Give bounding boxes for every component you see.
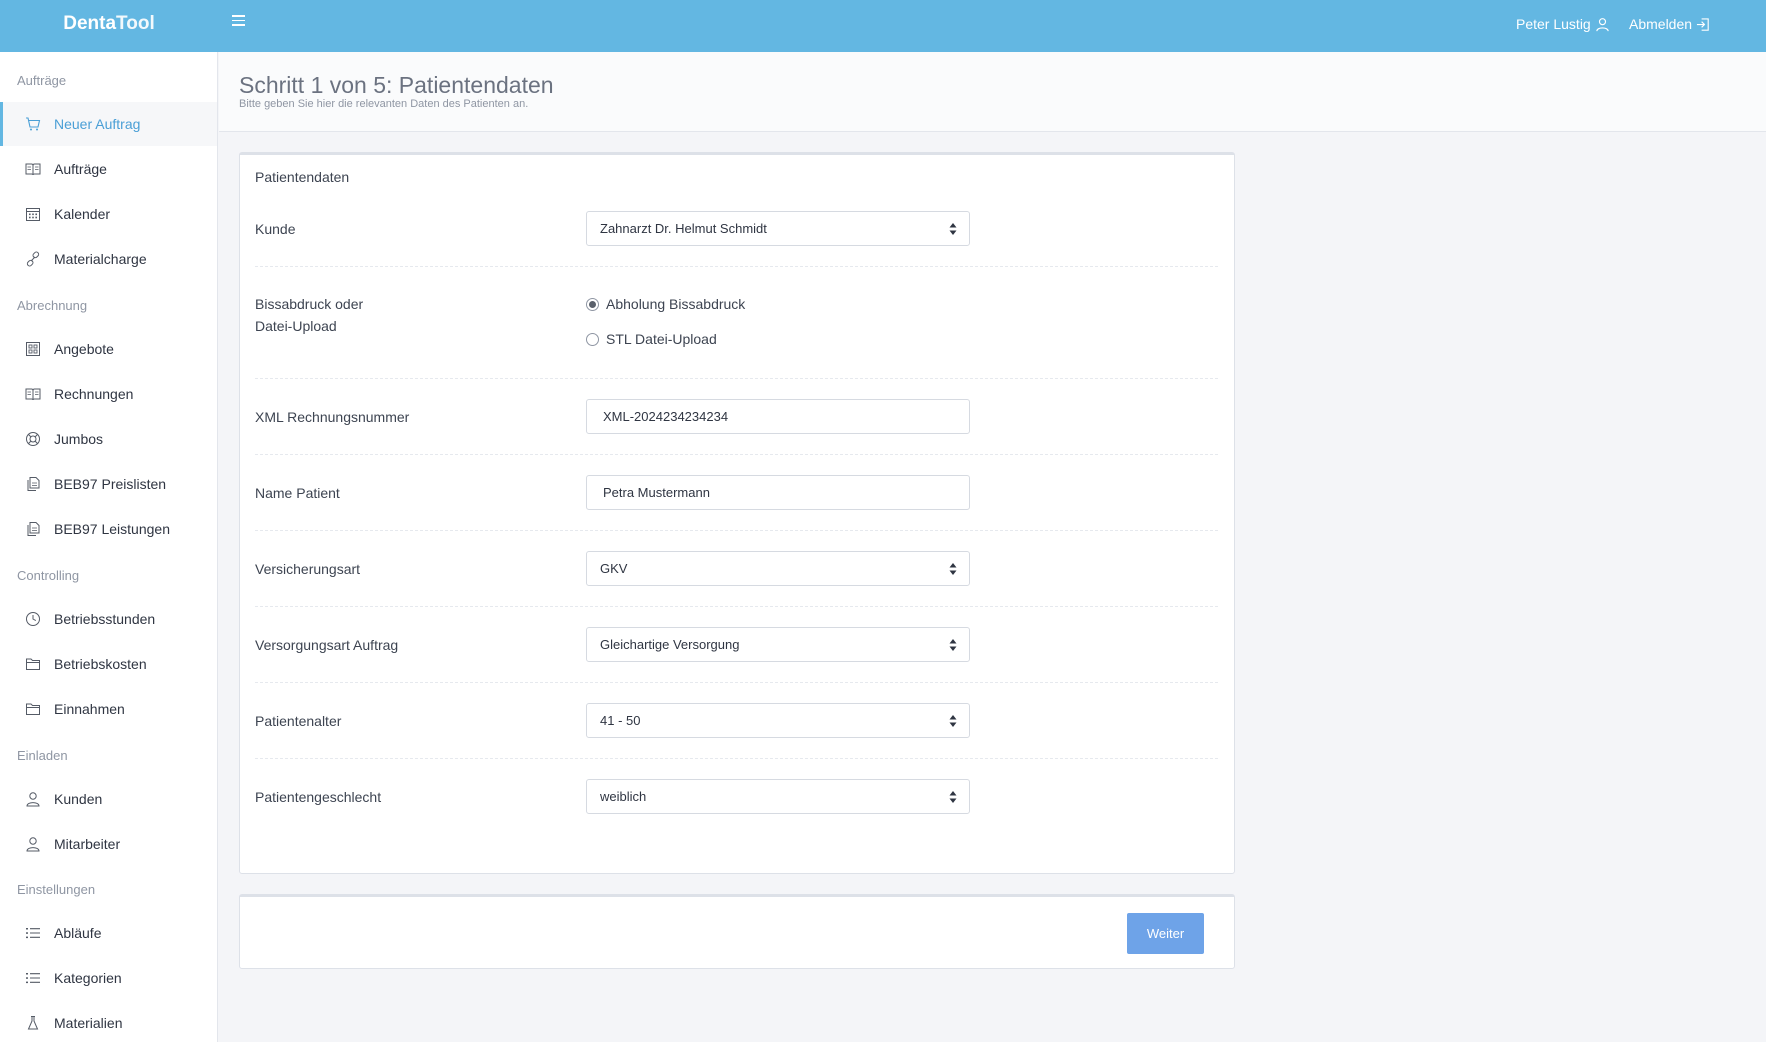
geschlecht-label: Patientengeschlecht [255,789,382,805]
form-row-geschlecht: Patientengeschlecht weiblich [255,759,1218,835]
radio-stl-datei-upload[interactable]: STL Datei-Upload [586,331,717,347]
user-name: Peter Lustig [1516,16,1591,32]
select-arrows-icon [949,222,957,236]
user-icon [26,837,40,852]
sidebar-item-jumbos[interactable]: Jumbos [0,417,217,461]
top-bar: DentaTool Peter Lustig Abmelden [0,0,1766,52]
form-row-name: Name Patient Petra Mustermann [255,455,1218,531]
name-value: Petra Mustermann [603,485,710,500]
sidebar-item-mitarbeiter[interactable]: Mitarbeiter [0,822,217,866]
name-patient-input[interactable]: Petra Mustermann [586,475,970,510]
documents-icon [27,522,40,536]
calendar-icon [26,208,40,221]
folder-icon [26,703,40,715]
clock-icon [26,612,40,626]
form-row-alter: Patientenalter 41 - 50 [255,683,1218,759]
folder-icon [26,658,40,670]
bissabdruck-label-line1: Bissabdruck oder [255,296,364,312]
brand-logo[interactable]: DentaTool [0,0,218,52]
sidebar-section-controlling: Controlling [17,568,80,583]
sidebar-item-materialien[interactable]: Materialien [0,1001,217,1042]
cart-icon [26,117,41,131]
sidebar-item-betriebskosten[interactable]: Betriebskosten [0,642,217,686]
radio-stl-label: STL Datei-Upload [606,331,717,347]
user-icon [26,792,40,807]
sidebar-item-kalender[interactable]: Kalender [0,192,217,236]
versorgungsart-select[interactable]: Gleichartige Versorgung [586,627,970,662]
radio-unchecked-icon[interactable] [586,332,599,346]
logout-label: Abmelden [1629,16,1693,32]
sidebar-item-neuer-auftrag[interactable]: Neuer Auftrag [0,102,217,146]
logout-button[interactable]: Abmelden [1629,16,1711,32]
kunde-value: Zahnarzt Dr. Helmut Schmidt [600,221,767,236]
versorgung-label: Versorgungsart Auftrag [255,637,399,653]
sidebar: Aufträge Neuer Auftrag Aufträge Kalender… [0,52,218,1042]
form-row-bissabdruck: Bissabdruck oder Datei-Upload Abholung B… [255,267,1218,379]
versicherungsart-select[interactable]: GKV [586,551,970,586]
radio-abholung-bissabdruck[interactable]: Abholung Bissabdruck [586,296,745,312]
name-label: Name Patient [255,485,340,501]
sidebar-item-materialcharge[interactable]: Materialcharge [0,237,217,281]
bissabdruck-label-line2: Datei-Upload [255,318,337,334]
kunde-label: Kunde [255,221,296,237]
sidebar-item-einnahmen[interactable]: Einnahmen [0,687,217,731]
alter-value: 41 - 50 [600,713,641,728]
form-row-kunde: Kunde Zahnarzt Dr. Helmut Schmidt [255,211,1218,267]
lifebuoy-icon [26,432,40,446]
logout-icon [1696,17,1709,31]
page-header: Schritt 1 von 5: Patientendaten Bitte ge… [219,52,1766,132]
book-icon [25,388,41,401]
card-title: Patientendaten [255,169,350,185]
user-menu[interactable]: Peter Lustig [1516,16,1610,32]
xml-rechnungsnummer-input[interactable]: XML-2024234234234 [586,399,970,434]
patient-data-card: Patientendaten Kunde Zahnarzt Dr. Helmut… [239,152,1235,874]
sidebar-item-angebote[interactable]: Angebote [0,327,217,371]
page-subtitle: Bitte geben Sie hier die relevanten Date… [239,98,529,110]
page-title: Schritt 1 von 5: Patientendaten [239,72,554,98]
list-icon [26,928,40,939]
sidebar-item-beb97-preislisten[interactable]: BEB97 Preislisten [0,462,217,506]
form-row-versorgung: Versorgungsart Auftrag Gleichartige Vers… [255,607,1218,683]
menu-toggle-icon[interactable] [232,12,252,32]
versorgung-value: Gleichartige Versorgung [600,637,740,652]
sidebar-section-einstellungen: Einstellungen [17,882,96,897]
documents-icon [27,477,40,491]
list-icon [26,973,40,984]
select-arrows-icon [949,714,957,728]
patientenalter-select[interactable]: 41 - 50 [586,703,970,738]
book-icon [25,163,41,176]
select-arrows-icon [949,562,957,576]
radio-checked-icon[interactable] [586,297,599,311]
form-row-xml: XML Rechnungsnummer XML-2024234234234 [255,379,1218,455]
flask-icon [27,1016,39,1030]
xml-label: XML Rechnungsnummer [255,409,410,425]
sidebar-section-einladen: Einladen [17,748,68,763]
sidebar-item-betriebsstunden[interactable]: Betriebsstunden [0,597,217,641]
patientengeschlecht-select[interactable]: weiblich [586,779,970,814]
kunde-select[interactable]: Zahnarzt Dr. Helmut Schmidt [586,211,970,246]
xml-value: XML-2024234234234 [603,409,729,424]
grid-icon [26,342,40,356]
alter-label: Patientenalter [255,713,342,729]
link-icon [26,251,40,267]
select-arrows-icon [949,638,957,652]
sidebar-item-rechnungen[interactable]: Rechnungen [0,372,217,416]
bissabdruck-label: Bissabdruck oder Datei-Upload [255,293,363,337]
user-icon [1596,17,1609,31]
sidebar-item-auftraege[interactable]: Aufträge [0,147,217,191]
sidebar-item-kategorien[interactable]: Kategorien [0,956,217,1000]
sidebar-item-ablaeufe[interactable]: Abläufe [0,911,217,955]
versicherung-value: GKV [600,561,628,576]
select-arrows-icon [949,790,957,804]
sidebar-section-auftraege: Aufträge [17,73,67,88]
sidebar-item-beb97-leistungen[interactable]: BEB97 Leistungen [0,507,217,551]
sidebar-item-kunden[interactable]: Kunden [0,777,217,821]
geschlecht-value: weiblich [600,789,647,804]
sidebar-section-abrechnung: Abrechnung [17,298,88,313]
form-footer-card: Weiter [239,894,1235,969]
versicherung-label: Versicherungsart [255,561,361,577]
weiter-button[interactable]: Weiter [1127,913,1204,954]
form-row-versicherung: Versicherungsart GKV [255,531,1218,607]
radio-abholung-label: Abholung Bissabdruck [606,296,746,312]
